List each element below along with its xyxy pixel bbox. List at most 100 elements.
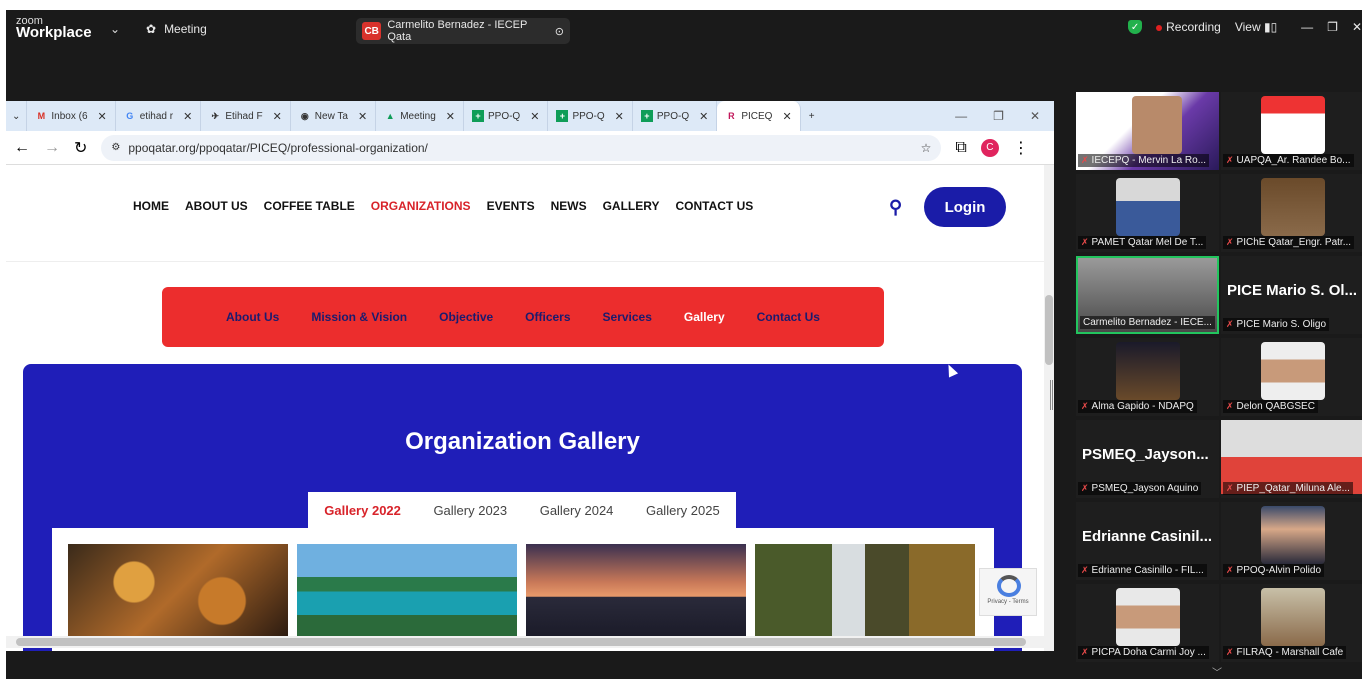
- subnav-objective[interactable]: Objective: [439, 310, 493, 324]
- close-tab-icon[interactable]: ✕: [782, 110, 791, 123]
- extensions-icon[interactable]: ⧉: [955, 139, 966, 157]
- subnav-mission-vision[interactable]: Mission & Vision: [311, 310, 407, 324]
- participant-tile[interactable]: ✗ PIEP_Qatar_Miluna Ale...: [1221, 420, 1362, 498]
- close-tab-icon[interactable]: ✕: [615, 110, 624, 123]
- subnav-officers[interactable]: Officers: [525, 310, 570, 324]
- participant-tile[interactable]: ✗ PIChE Qatar_Engr. Patr...: [1221, 174, 1362, 252]
- shield-icon[interactable]: ✓: [1128, 20, 1143, 34]
- close-tab-icon[interactable]: ✕: [530, 110, 539, 123]
- new-tab-button[interactable]: +: [801, 101, 823, 131]
- restore-icon[interactable]: ❐: [993, 109, 1004, 123]
- mic-muted-icon: ✗: [1081, 647, 1089, 657]
- more-options-icon[interactable]: ⊙: [555, 25, 564, 38]
- web-page: HOME ABOUT US COFFEE TABLE ORGANIZATIONS…: [6, 165, 1054, 651]
- nav-coffee-table[interactable]: COFFEE TABLE: [264, 199, 355, 213]
- recording-indicator[interactable]: Recording: [1156, 20, 1221, 34]
- view-button[interactable]: View ▮▯: [1235, 20, 1277, 34]
- back-icon[interactable]: ←: [14, 139, 30, 157]
- horizontal-scrollbar-thumb[interactable]: [16, 638, 1026, 646]
- bookmark-star-icon[interactable]: ☆: [921, 141, 932, 155]
- participant-tile[interactable]: PSMEQ_Jayson... ✗ PSMEQ_Jayson Aquino: [1076, 420, 1219, 498]
- participant-tile[interactable]: ✗ UAPQA_Ar. Randee Bo...: [1221, 92, 1362, 170]
- participant-tile[interactable]: ✗ IECEPQ - Mervin La Ro...: [1076, 92, 1219, 170]
- participant-name: ✗ IECEPQ - Mervin La Ro...: [1078, 154, 1210, 167]
- participant-tile[interactable]: ✗ Alma Gapido - NDAPQ: [1076, 338, 1219, 416]
- browser-tab-active[interactable]: R PICEQ ✕: [717, 101, 801, 131]
- close-icon[interactable]: ✕: [1352, 20, 1362, 34]
- vertical-scrollbar-thumb[interactable]: [1045, 295, 1053, 365]
- close-tab-icon[interactable]: ✕: [183, 110, 192, 123]
- site-info-icon[interactable]: ⚙: [111, 142, 120, 153]
- restore-icon[interactable]: ❐: [1327, 20, 1338, 34]
- participant-video: [1261, 342, 1325, 400]
- subnav-contact-us[interactable]: Contact Us: [757, 310, 820, 324]
- site-favicon-icon: R: [728, 111, 735, 121]
- subnav-services[interactable]: Services: [603, 310, 652, 324]
- nav-gallery[interactable]: GALLERY: [603, 199, 660, 213]
- mic-muted-icon: ✗: [1081, 237, 1089, 247]
- sheets-icon: +: [471, 110, 484, 122]
- nav-about-us[interactable]: ABOUT US: [185, 199, 248, 213]
- tab-search-icon[interactable]: ⌄: [6, 101, 28, 131]
- url-field[interactable]: ⚙ ppoqatar.org/ppoqatar/PICEQ/profession…: [101, 134, 942, 161]
- login-button[interactable]: Login: [924, 187, 1006, 227]
- browser-tab[interactable]: ✈ Etihad F ✕: [201, 101, 291, 131]
- minimize-icon[interactable]: —: [1301, 20, 1313, 34]
- participant-tile[interactable]: ✗ FILRAQ - Marshall Cafe: [1221, 584, 1362, 662]
- recaptcha-icon: [997, 575, 1021, 597]
- forward-icon[interactable]: →: [44, 139, 60, 157]
- close-tab-icon[interactable]: ✕: [446, 110, 455, 123]
- browser-tab[interactable]: M Inbox (6 ✕: [27, 101, 116, 131]
- gallery-image-waterfall[interactable]: [755, 544, 975, 639]
- screen-share-indicator[interactable]: CB Carmelito Bernadez - IECEP Qata ⊙: [356, 18, 570, 44]
- subnav-gallery[interactable]: Gallery: [684, 310, 725, 324]
- participant-tile[interactable]: PICE Mario S. Ol... ✗ PICE Mario S. Oligo: [1221, 256, 1362, 334]
- close-tab-icon[interactable]: ✕: [273, 110, 282, 123]
- browser-tab[interactable]: ▲ Meeting ✕: [376, 101, 464, 131]
- close-tab-icon[interactable]: ✕: [699, 110, 708, 123]
- browser-tab[interactable]: ◉ New Ta ✕: [291, 101, 377, 131]
- participant-tile[interactable]: ✗ PICPA Doha Carmi Joy ...: [1076, 584, 1219, 662]
- gallery-image-mountain[interactable]: [526, 544, 746, 639]
- nav-events[interactable]: EVENTS: [487, 199, 535, 213]
- tab-gallery-2022[interactable]: Gallery 2022: [324, 503, 401, 518]
- google-icon: G: [126, 111, 134, 121]
- chevron-down-icon[interactable]: ⌄: [110, 22, 120, 36]
- participant-tile[interactable]: Edrianne Casinil... ✗ Edrianne Casinillo …: [1076, 502, 1219, 580]
- participant-tile-active-speaker[interactable]: Carmelito Bernadez - IECE...: [1076, 256, 1219, 334]
- nav-organizations[interactable]: ORGANIZATIONS: [371, 199, 471, 213]
- tab-label: Meeting: [400, 110, 436, 122]
- subnav-about-us[interactable]: About Us: [226, 310, 279, 324]
- gallery-image-islands[interactable]: [297, 544, 517, 639]
- meeting-menu[interactable]: ✿ Meeting: [146, 22, 207, 36]
- browser-tab[interactable]: + PPO-Q ✕: [464, 101, 549, 131]
- browser-tab[interactable]: Getihad r ✕: [116, 101, 202, 131]
- browser-tab[interactable]: + PPO-Q ✕: [633, 101, 718, 131]
- browser-tab[interactable]: + PPO-Q ✕: [548, 101, 633, 131]
- tab-gallery-2024[interactable]: Gallery 2024: [540, 503, 614, 518]
- participant-tile[interactable]: ✗ PPOQ-Alvin Polido: [1221, 502, 1362, 580]
- plane-icon: ✈: [211, 110, 220, 121]
- recaptcha-badge[interactable]: Privacy - Terms: [979, 568, 1037, 616]
- gallery-image-autumn[interactable]: [68, 544, 288, 639]
- participant-tile[interactable]: ✗ PAMET Qatar Mel De T...: [1076, 174, 1219, 252]
- chevron-down-icon[interactable]: ﹀: [1212, 664, 1222, 679]
- record-dot-icon: [1156, 25, 1163, 31]
- nav-home[interactable]: HOME: [133, 199, 169, 213]
- panel-resize-handle[interactable]: [1050, 380, 1053, 410]
- search-icon[interactable]: ⚲: [889, 197, 902, 218]
- gallery-tabs: Gallery 2022 Gallery 2023 Gallery 2024 G…: [308, 492, 736, 528]
- minimize-icon[interactable]: —: [955, 109, 967, 123]
- close-tab-icon[interactable]: ✕: [358, 110, 367, 123]
- close-icon[interactable]: ✕: [1030, 109, 1040, 123]
- nav-contact-us[interactable]: CONTACT US: [675, 199, 753, 213]
- tab-gallery-2025[interactable]: Gallery 2025: [646, 503, 720, 518]
- tab-gallery-2023[interactable]: Gallery 2023: [433, 503, 507, 518]
- reload-icon[interactable]: ↻: [74, 138, 87, 158]
- menu-icon[interactable]: ⋮: [1013, 138, 1029, 158]
- close-tab-icon[interactable]: ✕: [98, 110, 107, 123]
- participant-tile[interactable]: ✗ Delon QABGSEC: [1221, 338, 1362, 416]
- profile-avatar[interactable]: C: [980, 138, 999, 157]
- sheets-icon: +: [640, 110, 653, 122]
- nav-news[interactable]: NEWS: [551, 199, 587, 213]
